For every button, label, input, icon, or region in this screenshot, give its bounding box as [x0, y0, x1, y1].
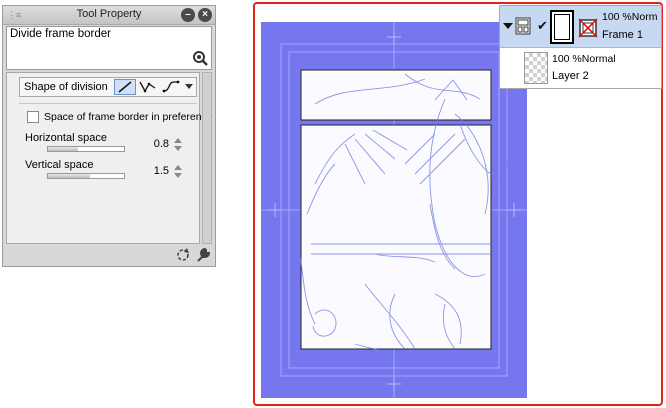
preference-checkbox[interactable] [27, 111, 39, 123]
horizontal-space-label: Horizontal space [25, 132, 107, 144]
shape-dropdown-chevron-icon[interactable] [185, 84, 193, 89]
disabled-mask-icon[interactable] [578, 18, 598, 38]
shape-of-division-label: Shape of division [24, 81, 108, 93]
horizontal-space-spinner[interactable] [173, 138, 183, 152]
panel-scrollbar[interactable] [202, 72, 212, 244]
layer-opacity-blend: 100 %Normal [552, 53, 616, 65]
layer-row-frame-1[interactable]: ✔ 100 %Norm Frame 1 [500, 6, 661, 48]
polyline-option[interactable] [138, 79, 160, 95]
horizontal-space-value[interactable]: 0.8 [135, 138, 169, 150]
frame-folder-icon [515, 17, 531, 35]
panel-top[interactable] [300, 69, 492, 121]
layer-row-layer-2[interactable]: 100 %Normal Layer 2 [500, 48, 661, 88]
close-icon[interactable]: × [198, 8, 212, 22]
vertical-space-label: Vertical space [25, 159, 94, 171]
horizontal-space-slider[interactable] [47, 146, 125, 152]
polyline-icon [139, 81, 156, 93]
vertical-space-spinner[interactable] [173, 165, 183, 179]
layer-opacity-blend: 100 %Norm [602, 11, 658, 23]
tool-name-box: Divide frame border [6, 26, 212, 70]
shape-of-division-row: Shape of division [19, 77, 197, 97]
tool-name: Divide frame border [10, 28, 111, 40]
straight-line-option[interactable] [114, 79, 136, 95]
reset-icon[interactable] [175, 247, 191, 263]
frame-thumbnail [550, 10, 574, 44]
layer-name: Layer 2 [552, 70, 589, 82]
layer-thumbnail [524, 52, 548, 84]
wrench-icon[interactable] [195, 247, 211, 263]
layer-name: Frame 1 [602, 29, 643, 41]
layer-panel: ✔ 100 %Norm Frame 1 100 %Normal Layer 2 [499, 5, 662, 89]
tool-property-panel: ⋮≡ Tool Property – × Divide frame border… [2, 5, 216, 267]
curve-icon [162, 80, 180, 93]
divider [19, 103, 197, 104]
straight-line-icon [118, 81, 132, 93]
vertical-space-slider[interactable] [47, 173, 125, 179]
preference-label: Space of frame border in preference [44, 111, 213, 123]
minimize-icon[interactable]: – [181, 8, 195, 22]
magnifier-settings-icon[interactable] [192, 50, 208, 66]
panel-titlebar[interactable]: ⋮≡ Tool Property – × [3, 6, 215, 25]
check-icon[interactable]: ✔ [537, 18, 548, 34]
expand-triangle-icon[interactable] [503, 23, 513, 29]
curve-option[interactable] [162, 79, 184, 95]
vertical-space-value[interactable]: 1.5 [135, 165, 169, 177]
tool-settings-area: Shape of division Space of frame border … [6, 72, 213, 244]
